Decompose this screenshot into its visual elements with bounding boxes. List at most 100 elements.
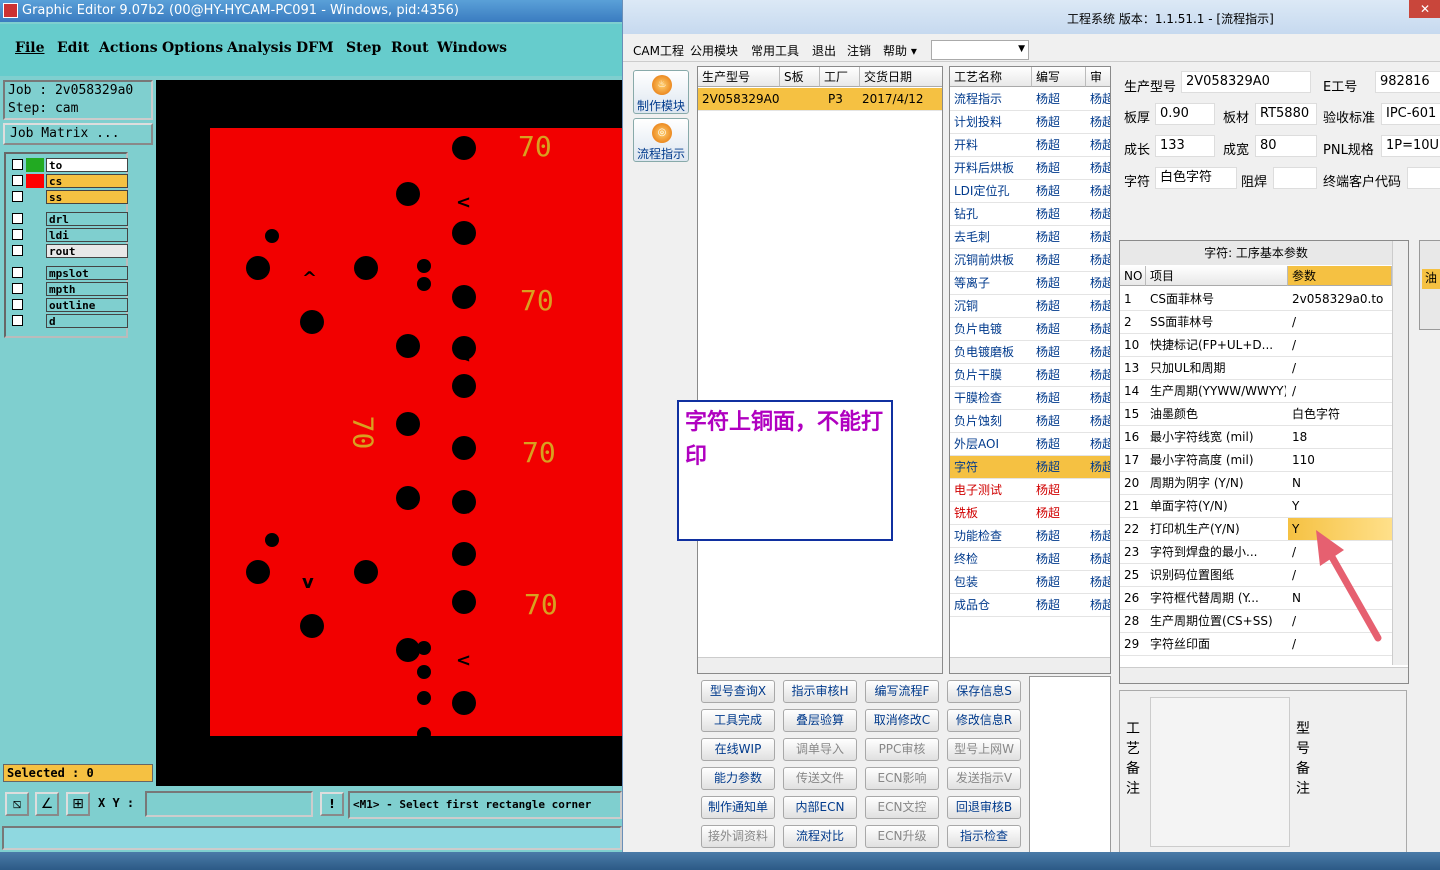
close-icon[interactable]: ✕: [1409, 0, 1440, 18]
layer-row[interactable]: ss: [10, 190, 128, 204]
side-tab[interactable]: 油: [1422, 269, 1440, 289]
menu-help[interactable]: 帮助 ▾: [883, 42, 917, 59]
menu-common-tools[interactable]: 常用工具: [751, 42, 799, 59]
layer-row[interactable]: to: [10, 158, 128, 172]
layer-row[interactable]: drl: [10, 212, 128, 226]
param-row[interactable]: 1 CS面菲林号 2v058329a0.to: [1120, 288, 1392, 311]
alert-icon[interactable]: !: [320, 792, 344, 816]
param-row[interactable]: 20 周期为阴字 (Y/N) N: [1120, 472, 1392, 495]
action-button[interactable]: ECN升级: [865, 825, 939, 848]
col-delivery[interactable]: 交货日期: [860, 67, 942, 87]
process-row[interactable]: 沉铜 杨超 杨超: [950, 295, 1110, 318]
layer-row[interactable]: cs: [10, 174, 128, 188]
menu-dfm[interactable]: DFM: [296, 40, 334, 56]
layer-checkbox[interactable]: [12, 175, 23, 186]
process-row[interactable]: 去毛刺 杨超 杨超: [950, 226, 1110, 249]
param-row[interactable]: 14 生产周期(YYWW/WWYY) /: [1120, 380, 1392, 403]
process-row[interactable]: 功能检查 杨超 杨超: [950, 525, 1110, 548]
action-button[interactable]: 工具完成: [701, 709, 775, 732]
action-button[interactable]: 在线WIP: [701, 738, 775, 761]
menu-public-module[interactable]: 公用模块: [690, 42, 738, 59]
layer-checkbox[interactable]: [12, 213, 23, 224]
menu-rout[interactable]: Rout: [391, 40, 429, 56]
action-button[interactable]: 修改信息R: [947, 709, 1021, 732]
menu-exit[interactable]: 退出: [812, 42, 836, 59]
process-row[interactable]: 流程指示 杨超 杨超: [950, 88, 1110, 111]
process-hscroll[interactable]: [950, 657, 1110, 673]
action-button[interactable]: 发送指示V: [947, 767, 1021, 790]
col-process-name[interactable]: 工艺名称: [950, 67, 1032, 87]
process-row[interactable]: 负片蚀刻 杨超 杨超: [950, 410, 1110, 433]
menu-actions[interactable]: Actions: [99, 40, 158, 56]
col-factory[interactable]: 工厂: [820, 67, 860, 87]
action-button[interactable]: 回退审核B: [947, 796, 1021, 819]
worker-field[interactable]: 982816: [1375, 71, 1440, 93]
char-field[interactable]: 白色字符: [1155, 167, 1237, 189]
process-row[interactable]: 电子测试 杨超: [950, 479, 1110, 502]
param-row[interactable]: 13 只加UL和周期 /: [1120, 357, 1392, 380]
action-button[interactable]: 调单导入: [783, 738, 857, 761]
customer-field[interactable]: [1407, 167, 1440, 189]
layer-checkbox[interactable]: [12, 299, 23, 310]
menu-combo[interactable]: ▼: [931, 40, 1029, 60]
process-row[interactable]: 铣板 杨超: [950, 502, 1110, 525]
param-row[interactable]: 10 快捷标记(FP+UL+D... /: [1120, 334, 1392, 357]
param-row[interactable]: 15 油墨颜色 白色字符: [1120, 403, 1392, 426]
process-row[interactable]: 终检 杨超 杨超: [950, 548, 1110, 571]
process-row[interactable]: 外层AOI 杨超 杨超: [950, 433, 1110, 456]
menu-step[interactable]: Step: [346, 40, 381, 56]
standard-field[interactable]: IPC-601: [1381, 103, 1440, 125]
process-row[interactable]: 负片电镀 杨超 杨超: [950, 318, 1110, 341]
menu-options[interactable]: Options: [162, 40, 223, 56]
action-button[interactable]: 指示审核H: [783, 680, 857, 703]
order-row[interactable]: 2V058329A0 P3 2017/4/12: [698, 88, 942, 111]
param-row[interactable]: 2 SS面菲林号 /: [1120, 311, 1392, 334]
layer-checkbox[interactable]: [12, 159, 23, 170]
make-module-button[interactable]: ♨ 制作模块: [633, 70, 689, 114]
action-button[interactable]: 传送文件: [783, 767, 857, 790]
action-button[interactable]: 能力参数: [701, 767, 775, 790]
param-hscroll[interactable]: [1120, 667, 1408, 683]
col-item[interactable]: 项目: [1146, 266, 1288, 286]
model-field[interactable]: 2V058329A0: [1181, 71, 1311, 93]
menu-logout[interactable]: 注销: [847, 42, 871, 59]
action-button[interactable]: 制作通知单: [701, 796, 775, 819]
menu-analysis[interactable]: Analysis: [227, 40, 292, 56]
layer-row[interactable]: outline: [10, 298, 128, 312]
mask-field[interactable]: [1273, 167, 1317, 189]
layer-checkbox[interactable]: [12, 267, 23, 278]
action-button[interactable]: 型号上网W: [947, 738, 1021, 761]
process-row[interactable]: LDI定位孔 杨超 杨超: [950, 180, 1110, 203]
process-remark-input[interactable]: [1150, 697, 1290, 847]
action-button[interactable]: 编写流程F: [865, 680, 939, 703]
process-guide-button[interactable]: ◎ 流程指示: [633, 118, 689, 162]
process-row[interactable]: 成品仓 杨超 杨超: [950, 594, 1110, 617]
menu-file[interactable]: File: [15, 40, 44, 56]
col-reviewer[interactable]: 审: [1086, 67, 1110, 87]
process-row[interactable]: 等离子 杨超 杨超: [950, 272, 1110, 295]
process-row[interactable]: 包装 杨超 杨超: [950, 571, 1110, 594]
action-button[interactable]: ECN文控: [865, 796, 939, 819]
process-row[interactable]: 开料后烘板 杨超 杨超: [950, 157, 1110, 180]
action-button[interactable]: PPC审核: [865, 738, 939, 761]
layer-row[interactable]: rout: [10, 244, 128, 258]
action-button[interactable]: 取消修改C: [865, 709, 939, 732]
process-row[interactable]: 负电镀磨板 杨超 杨超: [950, 341, 1110, 364]
action-button[interactable]: ECN影响: [865, 767, 939, 790]
process-row[interactable]: 开料 杨超 杨超: [950, 134, 1110, 157]
col-param[interactable]: 参数: [1288, 266, 1392, 286]
process-row[interactable]: 沉铜前烘板 杨超 杨超: [950, 249, 1110, 272]
snap-tool-icon[interactable]: ⧅: [5, 792, 29, 816]
layer-row[interactable]: mpslot: [10, 266, 128, 280]
xy-input[interactable]: [145, 791, 313, 817]
pnl-field[interactable]: 1P=10U: [1381, 135, 1440, 157]
action-button[interactable]: 保存信息S: [947, 680, 1021, 703]
param-row[interactable]: 21 单面字符(Y/N) Y: [1120, 495, 1392, 518]
layer-row[interactable]: d: [10, 314, 128, 328]
material-field[interactable]: RT5880: [1255, 103, 1317, 125]
action-button[interactable]: 接外调资料: [701, 825, 775, 848]
process-row[interactable]: 钻孔 杨超 杨超: [950, 203, 1110, 226]
action-button[interactable]: 指示检查: [947, 825, 1021, 848]
process-row[interactable]: 负片干膜 杨超 杨超: [950, 364, 1110, 387]
col-model[interactable]: 生产型号: [698, 67, 780, 87]
